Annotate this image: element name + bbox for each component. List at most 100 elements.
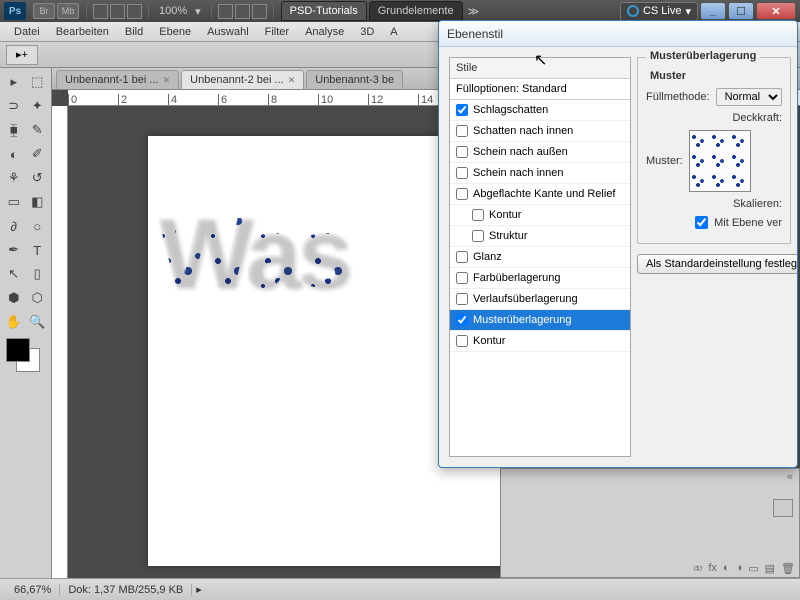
style-checkbox[interactable] — [456, 293, 468, 305]
blend-mode-select[interactable]: Normal — [716, 88, 782, 106]
style-item[interactable]: Abgeflachte Kante und Relief — [450, 184, 630, 205]
style-checkbox[interactable] — [456, 167, 468, 179]
close-icon[interactable]: ✕ — [163, 75, 171, 86]
style-list-header[interactable]: Stile — [450, 58, 630, 79]
eyedropper-tool[interactable]: ✎ — [26, 118, 50, 142]
opacity-label: Deckkraft: — [732, 112, 782, 124]
adjustment-icon[interactable]: ◑ — [736, 562, 743, 575]
fx-icon[interactable]: fx — [708, 562, 717, 575]
style-checkbox[interactable] — [456, 251, 468, 263]
style-item[interactable]: Kontur — [450, 331, 630, 352]
mask-icon[interactable]: ◐ — [723, 562, 730, 575]
pattern-swatch[interactable] — [689, 130, 751, 192]
style-item[interactable]: Schein nach innen — [450, 163, 630, 184]
document-tab[interactable]: Unbenannt-1 bei ...✕ — [56, 70, 179, 89]
shape-tool[interactable]: ▯ — [26, 262, 50, 286]
marquee-tool[interactable]: ⬚ — [26, 70, 50, 94]
hand-tool[interactable]: ✋ — [2, 310, 26, 334]
style-checkbox[interactable] — [472, 230, 484, 242]
type-tool[interactable]: T — [26, 238, 50, 262]
stamp-tool[interactable]: ⚘ — [2, 166, 26, 190]
dodge-tool[interactable]: ○ — [26, 214, 50, 238]
style-item[interactable]: Kontur — [450, 205, 630, 226]
style-checkbox[interactable] — [456, 104, 468, 116]
trash-icon[interactable]: 🗑 — [781, 562, 795, 575]
fill-options-item[interactable]: Fülloptionen: Standard — [450, 79, 630, 100]
menu-auswahl[interactable]: Auswahl — [199, 24, 257, 40]
ps-logo: Ps — [4, 2, 26, 20]
menu-analyse[interactable]: Analyse — [297, 24, 352, 40]
foreground-color[interactable] — [6, 338, 30, 362]
pen-tool[interactable]: ✒ — [2, 238, 26, 262]
zoom-tool[interactable]: 🔍 — [26, 310, 50, 334]
status-zoom[interactable]: 66,67% — [6, 584, 60, 596]
blur-tool[interactable]: ∂ — [2, 214, 26, 238]
style-checkbox[interactable] — [456, 335, 468, 347]
wand-tool[interactable]: ✦ — [26, 94, 50, 118]
folder-icon[interactable]: ▭ — [748, 562, 758, 575]
workspace-tab-active[interactable]: PSD-Tutorials — [281, 1, 367, 21]
menu-datei[interactable]: Datei — [6, 24, 48, 40]
dialog-title[interactable]: Ebenenstil — [439, 21, 797, 47]
move-tool[interactable]: ▸ — [2, 70, 26, 94]
workspace-more-icon[interactable]: ≫ — [468, 5, 480, 18]
zoom-display[interactable]: 100% — [155, 5, 191, 17]
view-icons[interactable] — [93, 4, 142, 19]
style-item[interactable]: Schatten nach innen — [450, 121, 630, 142]
style-item[interactable]: Glanz — [450, 247, 630, 268]
set-default-button[interactable]: Als Standardeinstellung festlegen — [637, 254, 797, 274]
current-tool-icon[interactable]: ▸+ — [6, 45, 38, 65]
extras-icons[interactable] — [218, 4, 267, 19]
panel-icon[interactable] — [773, 499, 793, 517]
minibridge-button[interactable]: Mb — [57, 3, 79, 19]
new-layer-icon[interactable]: ▤ — [765, 562, 775, 575]
panel-collapse-icon[interactable]: « — [787, 471, 793, 483]
window-maximize[interactable]: ☐ — [728, 2, 754, 20]
menu-ansicht[interactable]: A — [382, 24, 405, 40]
menu-filter[interactable]: Filter — [257, 24, 297, 40]
style-checkbox[interactable] — [456, 146, 468, 158]
link-layer-checkbox[interactable] — [695, 216, 708, 229]
color-swatches[interactable] — [6, 338, 46, 378]
history-brush-tool[interactable]: ↺ — [26, 166, 50, 190]
style-checkbox[interactable] — [472, 209, 484, 221]
layer-style-dialog[interactable]: Ebenenstil Stile Fülloptionen: Standard … — [438, 20, 798, 468]
status-bar: 66,67% Dok: 1,37 MB/255,9 KB ▸ — [0, 578, 800, 600]
status-docinfo[interactable]: Dok: 1,37 MB/255,9 KB — [60, 584, 192, 596]
window-close[interactable]: ✕ — [756, 2, 796, 20]
cslive-button[interactable]: CS Live ▾ — [620, 2, 698, 21]
style-checkbox[interactable] — [456, 272, 468, 284]
workspace-tab[interactable]: Grundelemente — [369, 1, 463, 21]
eraser-tool[interactable]: ▭ — [2, 190, 26, 214]
3d-tool[interactable]: ⬢ — [2, 286, 26, 310]
style-item[interactable]: Schein nach außen — [450, 142, 630, 163]
style-checkbox[interactable] — [456, 188, 468, 200]
style-item[interactable]: Farbüberlagerung — [450, 268, 630, 289]
layers-panel[interactable]: « ⧞ fx ◐ ◑ ▭ ▤ 🗑 — [500, 468, 800, 578]
menu-3d[interactable]: 3D — [352, 24, 382, 40]
brush-tool[interactable]: ✐ — [26, 142, 50, 166]
document-tab[interactable]: Unbenannt-3 be — [306, 70, 403, 89]
style-checkbox[interactable] — [456, 125, 468, 137]
link-icon[interactable]: ⧞ — [693, 562, 702, 575]
chevron-right-icon[interactable]: ▸ — [192, 583, 206, 596]
style-item[interactable]: Struktur — [450, 226, 630, 247]
heal-tool[interactable]: ◐ — [2, 142, 26, 166]
close-icon[interactable]: ✕ — [288, 75, 296, 86]
style-item[interactable]: Verlaufsüberlagerung — [450, 289, 630, 310]
menu-ebene[interactable]: Ebene — [151, 24, 199, 40]
style-item[interactable]: Schlagschatten — [450, 100, 630, 121]
style-item[interactable]: Musterüberlagerung — [450, 310, 630, 331]
gradient-tool[interactable]: ◧ — [26, 190, 50, 214]
window-minimize[interactable]: _ — [700, 2, 726, 20]
zoom-dropdown-icon[interactable]: ▾ — [195, 5, 201, 18]
path-tool[interactable]: ↖ — [2, 262, 26, 286]
menu-bild[interactable]: Bild — [117, 24, 151, 40]
document-tab[interactable]: Unbenannt-2 bei ...✕ — [181, 70, 304, 89]
bridge-button[interactable]: Br — [33, 3, 55, 19]
lasso-tool[interactable]: ⊃ — [2, 94, 26, 118]
3d-camera-tool[interactable]: ⬡ — [26, 286, 50, 310]
style-checkbox[interactable] — [456, 314, 468, 326]
menu-bearbeiten[interactable]: Bearbeiten — [48, 24, 117, 40]
crop-tool[interactable]: ⧯ — [2, 118, 26, 142]
